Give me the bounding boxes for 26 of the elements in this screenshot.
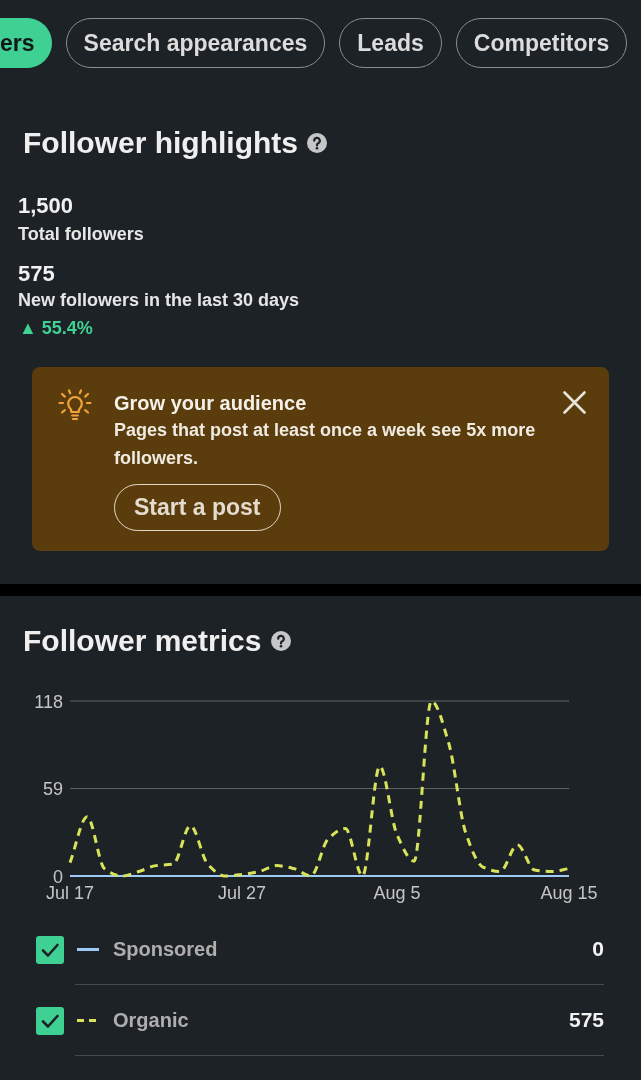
axis-label: Jul 27: [218, 883, 267, 903]
series-total: 575: [568, 1008, 604, 1032]
stat-value: 575: [18, 261, 55, 287]
series-label: Sponsored: [113, 937, 218, 961]
tip-title: Grow your audience: [114, 391, 307, 415]
axis-label: Aug 15: [540, 883, 598, 903]
checkbox[interactable]: [36, 1006, 64, 1035]
series-label: Organic: [113, 1008, 189, 1032]
series-total: 0: [592, 937, 604, 961]
tip-text: Pages that post at least once a week see 5x more followers.: [114, 419, 537, 470]
stat-value: 1,500: [18, 193, 74, 219]
checkbox[interactable]: [36, 935, 64, 964]
axis-label: 59: [42, 779, 63, 799]
lightbulb-icon: [58, 389, 92, 421]
tab[interactable]: Leads: [339, 18, 442, 68]
stat-label: Total followers: [18, 223, 144, 246]
help-icon[interactable]: [271, 631, 292, 651]
section-title: Follower metrics: [23, 623, 262, 659]
stat-label: New followers in the last 30 days: [18, 289, 300, 312]
section-title: Follower highlights: [23, 125, 298, 161]
close-icon[interactable]: [563, 391, 586, 414]
axis-label: 118: [34, 691, 63, 712]
help-icon[interactable]: [307, 133, 327, 153]
axis-label: Aug 5: [373, 883, 421, 903]
tab[interactable]: ers: [0, 18, 52, 68]
stat-change: ▲ 55.4%: [18, 317, 93, 340]
